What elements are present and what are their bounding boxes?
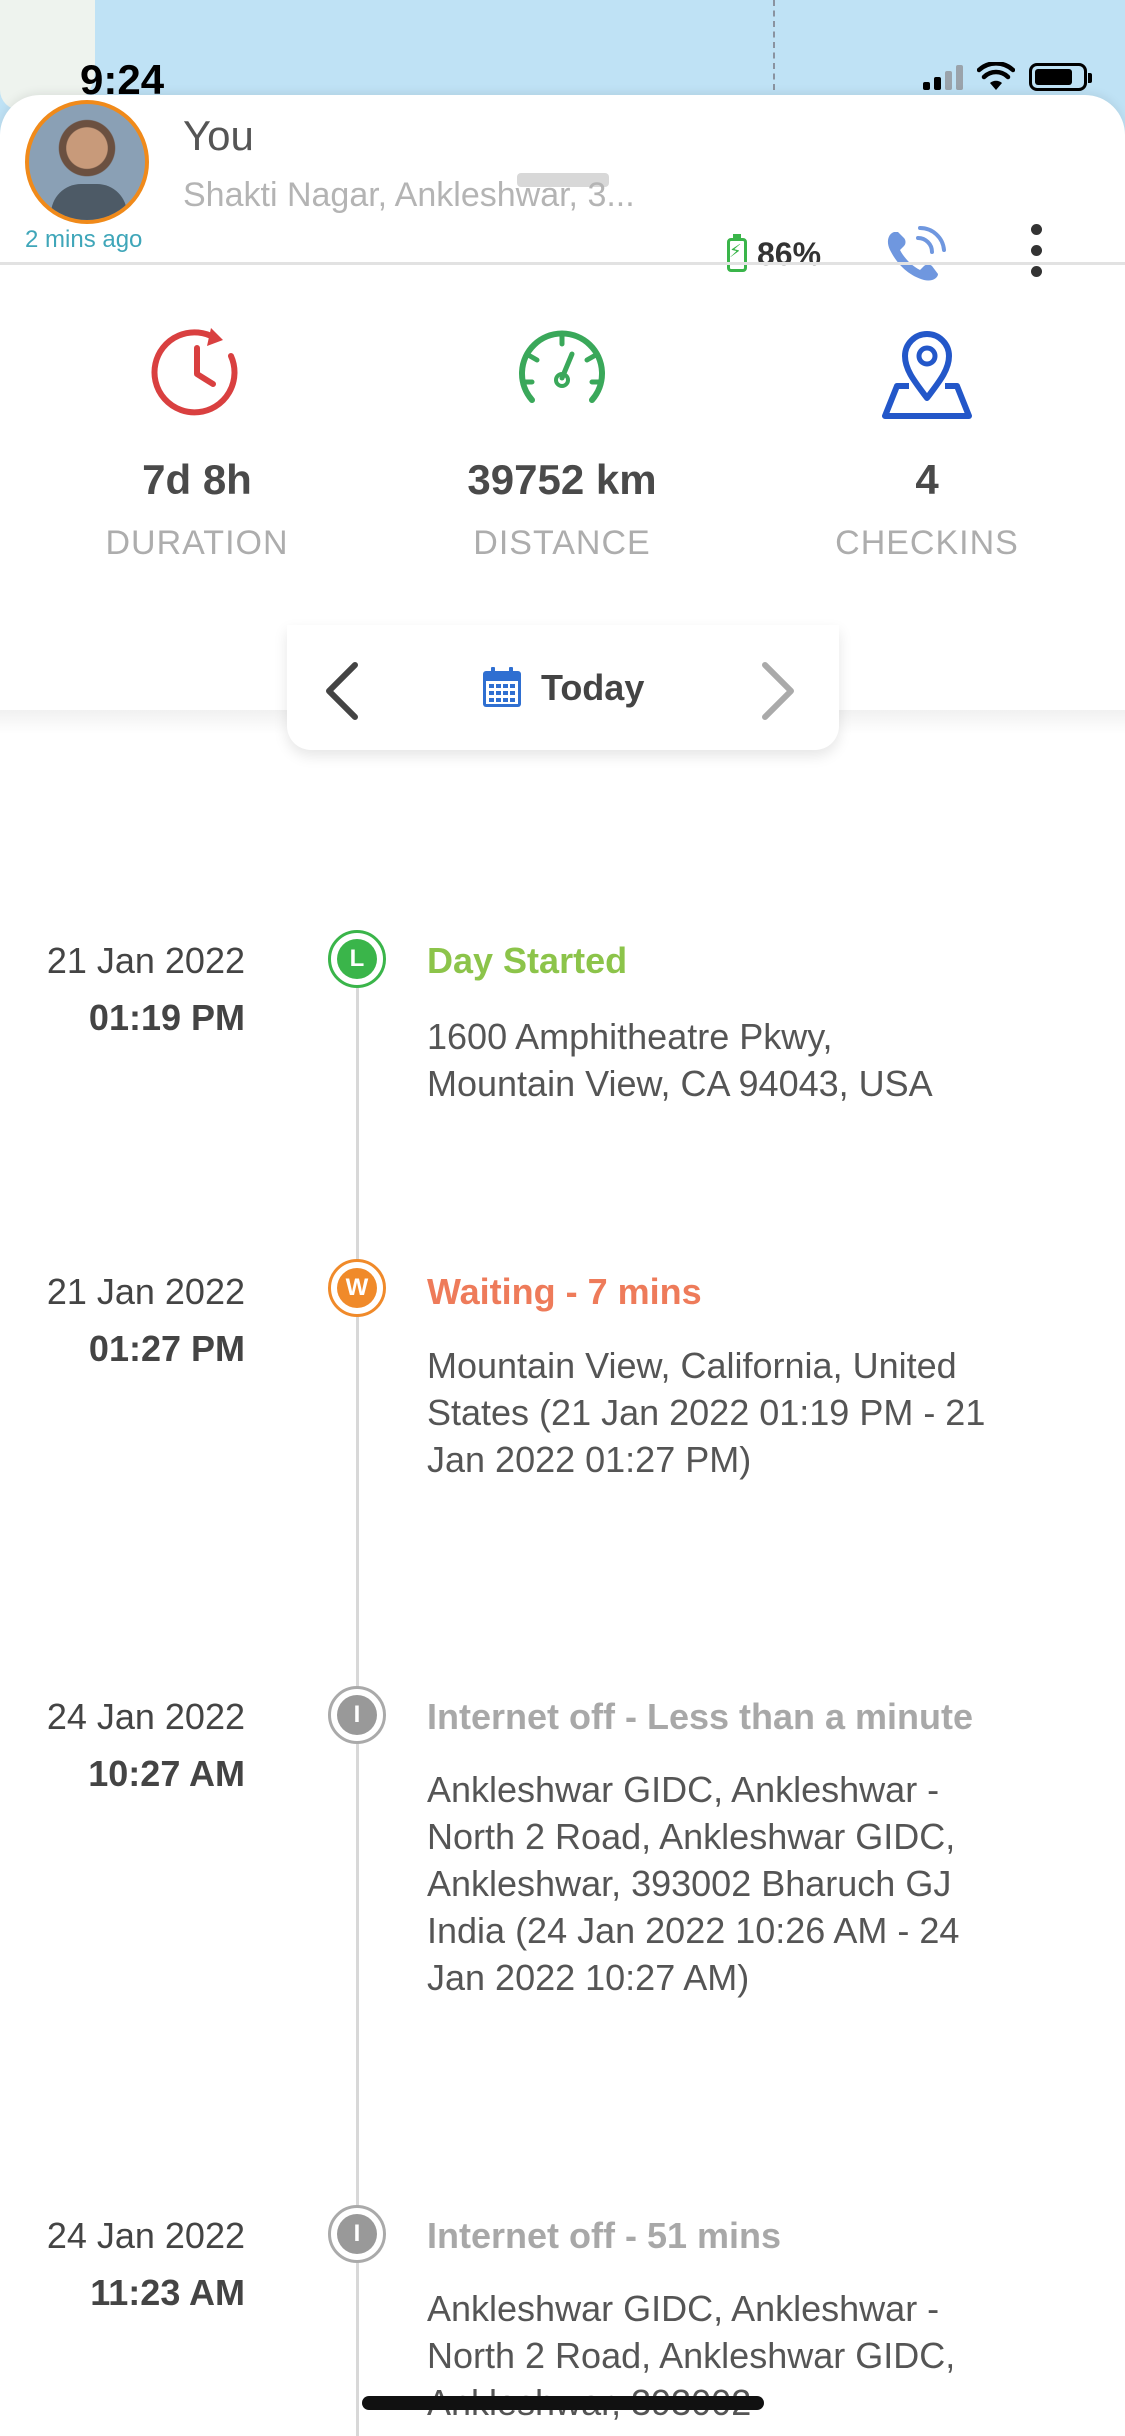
date-picker-button[interactable]: Today: [481, 667, 644, 709]
timeline-badge: W: [337, 1268, 377, 1308]
timeline-date: 21 Jan 2022: [46, 940, 245, 981]
timeline-time: 01:19 PM: [88, 997, 245, 1038]
home-indicator[interactable]: [362, 2396, 764, 2410]
header-divider: [0, 262, 1125, 265]
map-boundary-line: [773, 0, 775, 90]
calendar-icon: [483, 667, 521, 707]
stats-row: 7d 8h DURATION 39752 km DISTANCE 4 CHECK…: [0, 320, 1125, 562]
timeline-date: 21 Jan 2022: [46, 1271, 245, 1312]
stat-value: 39752 km: [467, 456, 657, 503]
date-navigator: Today: [287, 625, 839, 750]
stat-value: 7d 8h: [142, 456, 252, 503]
timeline-marker-icon: I: [328, 1686, 386, 1744]
stat-label: CHECKINS: [835, 524, 1019, 562]
status-icons: [923, 62, 1092, 92]
user-name: You: [183, 112, 254, 159]
timeline-title: Internet off - 51 mins: [427, 2215, 782, 2256]
timeline-marker-icon: W: [328, 1259, 386, 1317]
stat-label: DURATION: [105, 524, 289, 562]
last-seen-label: 2 mins ago: [25, 226, 143, 253]
stat-value: 4: [915, 456, 939, 503]
chevron-right-icon[interactable]: [757, 661, 797, 721]
timeline-badge: I: [337, 1695, 377, 1735]
timeline-date: 24 Jan 2022: [46, 2215, 245, 2256]
stat-checkins: 4 CHECKINS: [777, 320, 1077, 563]
battery-charging-icon: [727, 233, 747, 272]
stat-duration: 7d 8h DURATION: [47, 320, 347, 563]
call-icon[interactable]: [880, 222, 952, 288]
more-options-icon[interactable]: [1018, 224, 1054, 284]
timeline-badge: L: [337, 939, 377, 979]
date-label: Today: [541, 667, 645, 708]
clock-icon: [151, 328, 238, 416]
timeline-date: 24 Jan 2022: [46, 1696, 245, 1737]
timeline-time: 10:27 AM: [88, 1753, 245, 1794]
timeline-address: Ankleshwar GIDC, Ankleshwar - North 2 Ro…: [427, 1769, 960, 1998]
stat-distance: 39752 km DISTANCE: [412, 320, 712, 563]
user-address: Shakti Nagar, Ankleshwar, 3...: [183, 176, 635, 214]
location-pin-icon: [882, 331, 972, 419]
timeline-marker-icon: I: [328, 2205, 386, 2263]
timeline-title: Waiting - 7 mins: [427, 1271, 702, 1312]
status-battery-icon: [1029, 63, 1092, 91]
timeline-marker-icon: L: [328, 930, 386, 988]
stat-label: DISTANCE: [473, 524, 651, 562]
timeline-title: Day Started: [427, 940, 628, 981]
chevron-left-icon[interactable]: [323, 661, 363, 721]
avatar[interactable]: [25, 100, 149, 224]
battery-percent: 86%: [757, 236, 822, 272]
timeline-time: 11:23 AM: [90, 2272, 245, 2313]
timeline-title: Internet off - Less than a minute: [427, 1696, 974, 1737]
timeline-address: Mountain View, California, United States…: [427, 1345, 986, 1480]
timeline-badge: I: [337, 2214, 377, 2254]
signal-icon: [923, 64, 963, 90]
wifi-icon: [977, 62, 1015, 90]
timeline-time: 01:27 PM: [88, 1328, 245, 1369]
battery-status: 86%: [727, 233, 822, 273]
timeline-address: 1600 Amphitheatre Pkwy, Mountain View, C…: [427, 1016, 933, 1104]
speedometer-icon: [519, 330, 605, 403]
